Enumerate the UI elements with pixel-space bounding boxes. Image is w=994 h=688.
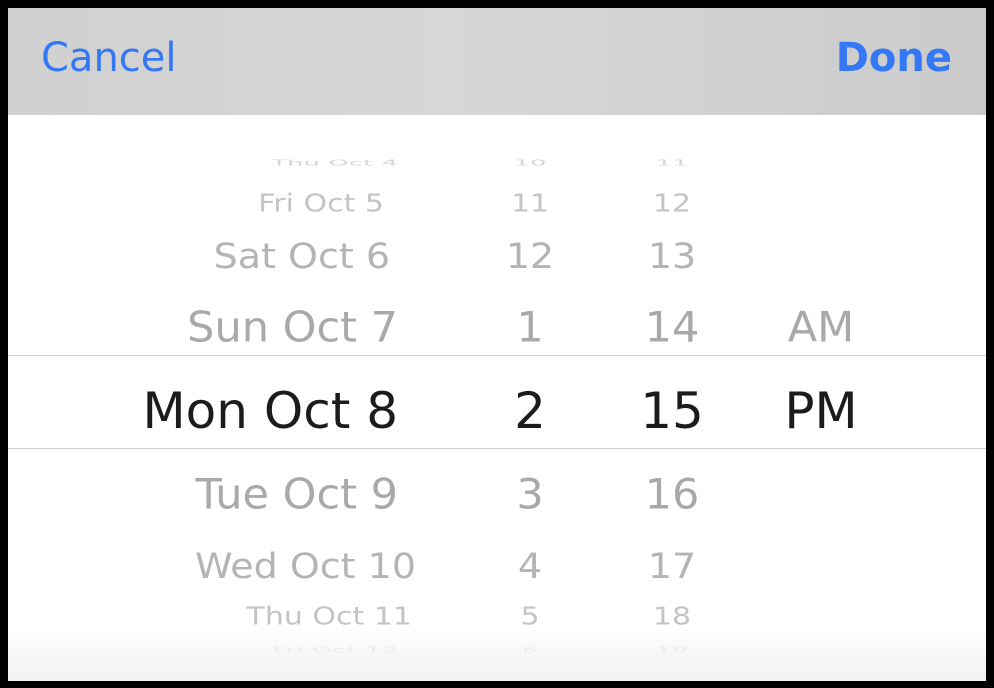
date-option[interactable]: Fri Oct 5 xyxy=(74,191,384,217)
minute-option[interactable]: 18 xyxy=(608,604,736,630)
date-picker-sheet: Cancel Done Thu Oct 4 Fri Oct 5 Sat Oct … xyxy=(8,8,986,681)
date-option-selected[interactable]: Mon Oct 8 xyxy=(88,386,398,436)
minute-option[interactable]: 19 xyxy=(608,646,736,654)
minute-option[interactable]: 17 xyxy=(608,549,736,584)
ampm-wheel[interactable]: AM PM xyxy=(756,115,886,681)
ampm-option[interactable] xyxy=(756,605,886,630)
ampm-option[interactable]: AM xyxy=(756,306,886,349)
minute-option[interactable]: 12 xyxy=(608,191,736,217)
cancel-button[interactable]: Cancel xyxy=(41,8,177,108)
date-wheel[interactable]: Thu Oct 4 Fri Oct 5 Sat Oct 6 Sun Oct 7 … xyxy=(88,115,416,681)
date-option[interactable]: Sat Oct 6 xyxy=(80,239,390,274)
hour-option[interactable]: 10 xyxy=(466,159,594,167)
done-button[interactable]: Done xyxy=(836,8,952,108)
hour-option[interactable]: 4 xyxy=(466,549,594,584)
ampm-option[interactable] xyxy=(756,192,886,217)
minute-option[interactable]: 14 xyxy=(608,306,736,349)
hour-option[interactable]: 3 xyxy=(466,473,594,516)
minute-option[interactable]: 16 xyxy=(608,473,736,516)
ampm-option[interactable] xyxy=(756,239,886,274)
hour-option[interactable]: 11 xyxy=(466,191,594,217)
date-option[interactable]: Tue Oct 9 xyxy=(88,473,399,516)
hour-wheel[interactable]: 10 11 12 1 2 3 4 5 6 xyxy=(466,115,594,681)
minute-option[interactable]: 11 xyxy=(608,159,736,167)
minute-wheel[interactable]: 11 12 13 14 15 16 17 18 19 xyxy=(608,115,736,681)
hour-option[interactable]: 1 xyxy=(466,306,594,349)
ampm-option[interactable] xyxy=(756,549,886,584)
date-time-wheel-picker: Thu Oct 4 Fri Oct 5 Sat Oct 6 Sun Oct 7 … xyxy=(8,115,986,681)
hour-option[interactable]: 12 xyxy=(466,239,594,274)
ampm-option-selected[interactable]: PM xyxy=(756,386,886,436)
ampm-option[interactable] xyxy=(756,474,886,516)
ampm-option[interactable] xyxy=(756,159,886,167)
date-option[interactable]: Sun Oct 7 xyxy=(88,306,398,349)
hour-option[interactable]: 5 xyxy=(466,604,594,630)
date-option[interactable]: Thu Oct 11 xyxy=(102,604,412,630)
date-option[interactable]: Thu Oct 4 xyxy=(88,159,398,167)
minute-option-selected[interactable]: 15 xyxy=(608,386,736,436)
date-option[interactable]: Fri Oct 12 xyxy=(88,646,398,654)
ampm-option[interactable] xyxy=(756,646,886,654)
picker-toolbar: Cancel Done xyxy=(8,8,986,115)
minute-option[interactable]: 13 xyxy=(608,239,736,274)
date-option[interactable]: Wed Oct 10 xyxy=(106,549,416,584)
hour-option-selected[interactable]: 2 xyxy=(466,386,594,436)
hour-option[interactable]: 6 xyxy=(466,646,594,654)
